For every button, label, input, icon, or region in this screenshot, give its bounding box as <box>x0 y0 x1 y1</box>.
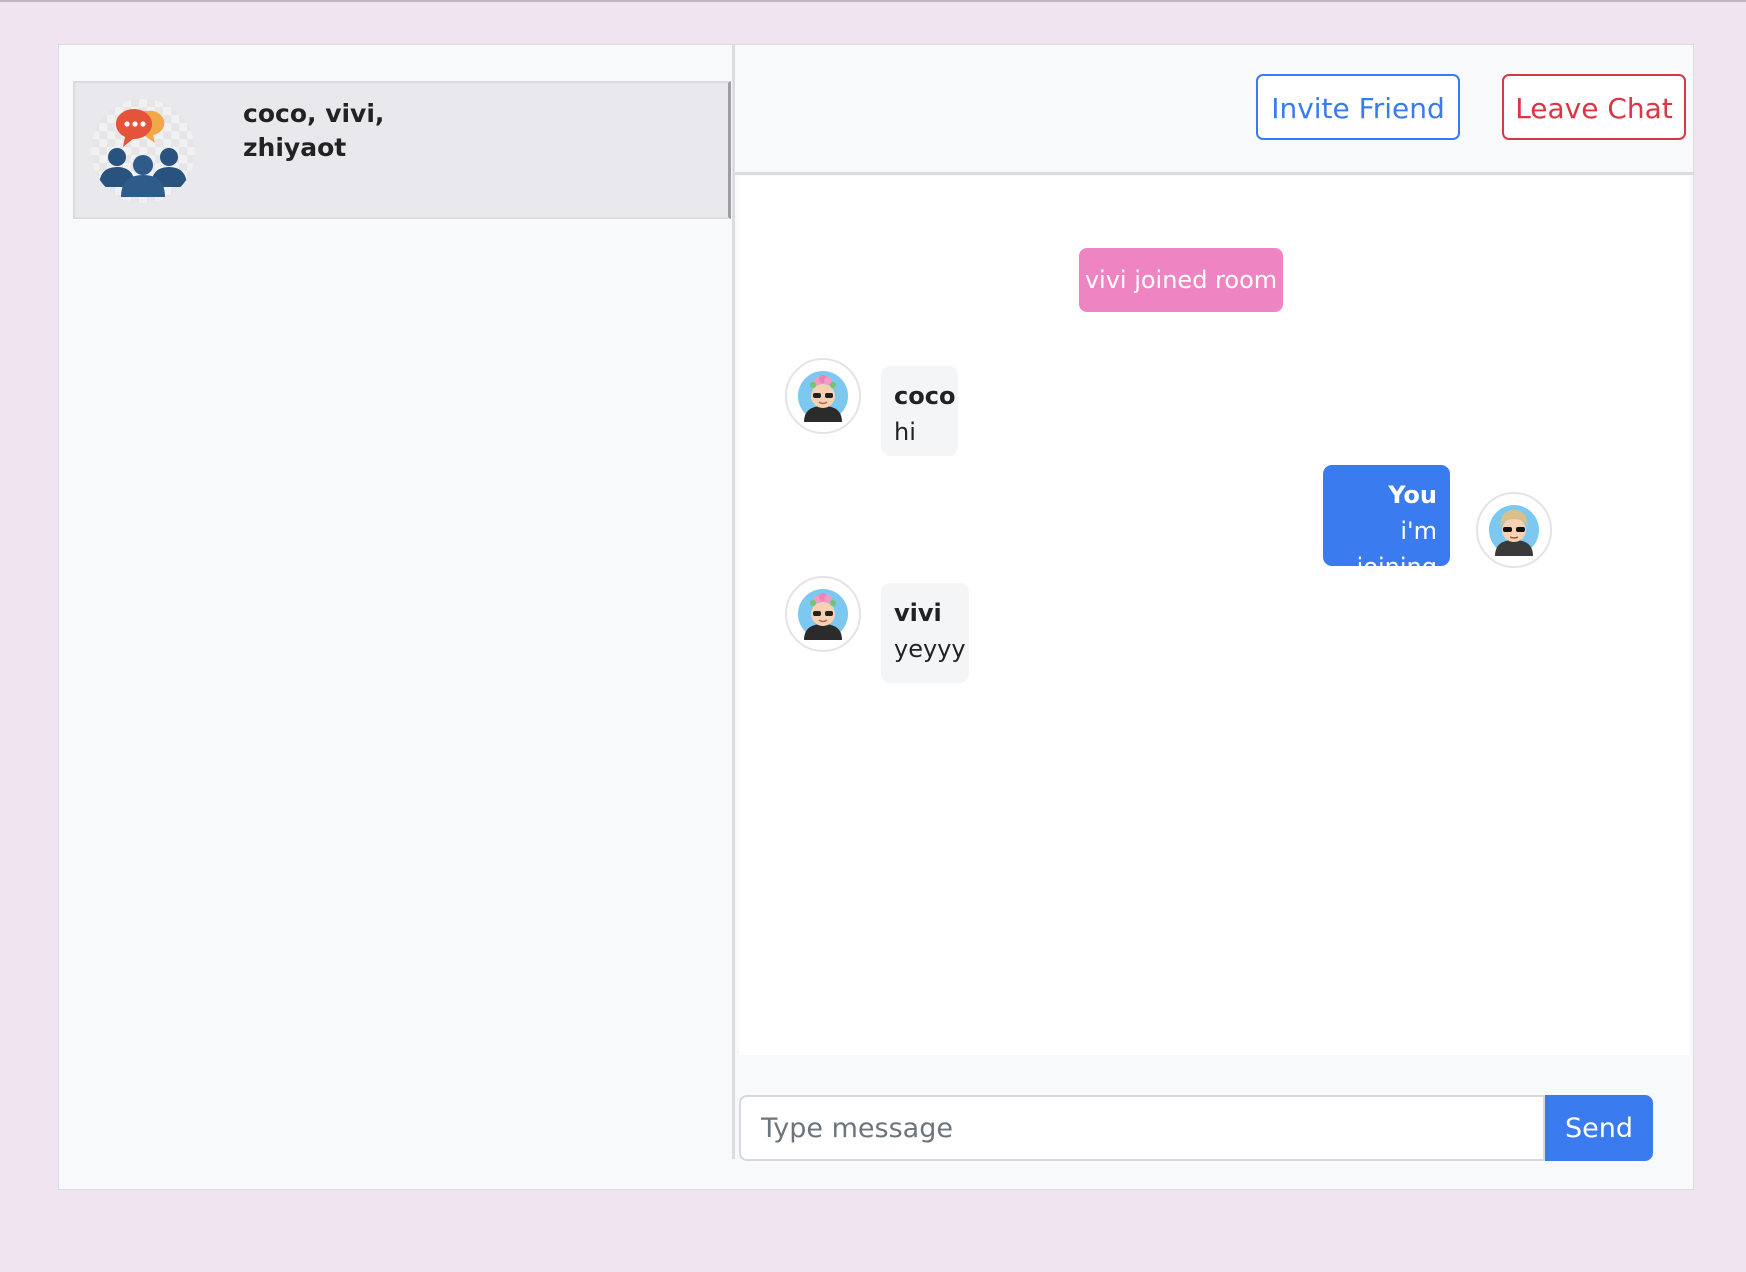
message-composer: Send <box>739 1095 1689 1161</box>
message-text: hi <box>894 418 916 446</box>
user-avatar-sunglasses <box>1476 492 1552 568</box>
room-list-item[interactable]: coco, vivi, zhiyaot <box>73 81 731 219</box>
invite-friend-button[interactable]: Invite Friend <box>1256 74 1460 140</box>
room-list: coco, vivi, zhiyaot <box>59 45 735 1159</box>
message-list[interactable]: vivi joined room coco hi You i'm joining… <box>739 176 1689 1055</box>
message-bubble: vivi yeyyy <box>881 583 969 683</box>
room-name: coco, vivi, zhiyaot <box>243 99 385 162</box>
leave-chat-button[interactable]: Leave Chat <box>1502 74 1686 140</box>
chat-header: Invite Friend Leave Chat <box>735 45 1695 175</box>
message-sender: coco <box>894 382 956 410</box>
chat-panel: Invite Friend Leave Chat vivi joined roo… <box>735 45 1695 1189</box>
message-text: i'm joining <box>1356 517 1437 581</box>
send-button[interactable]: Send <box>1545 1095 1653 1161</box>
system-message: vivi joined room <box>1079 248 1283 312</box>
user-avatar-flower <box>785 358 861 434</box>
user-avatar-flower <box>785 576 861 652</box>
message-text: yeyyy <box>894 635 966 663</box>
message-bubble: coco hi <box>881 366 958 456</box>
message-sender: You <box>1388 481 1437 509</box>
group-chat-icon <box>91 99 195 203</box>
chat-app: coco, vivi, zhiyaot Invite Friend Leave … <box>58 44 1695 1190</box>
message-sender: vivi <box>894 599 942 627</box>
message-bubble-own: You i'm joining <box>1323 465 1450 581</box>
message-input[interactable] <box>739 1095 1545 1161</box>
